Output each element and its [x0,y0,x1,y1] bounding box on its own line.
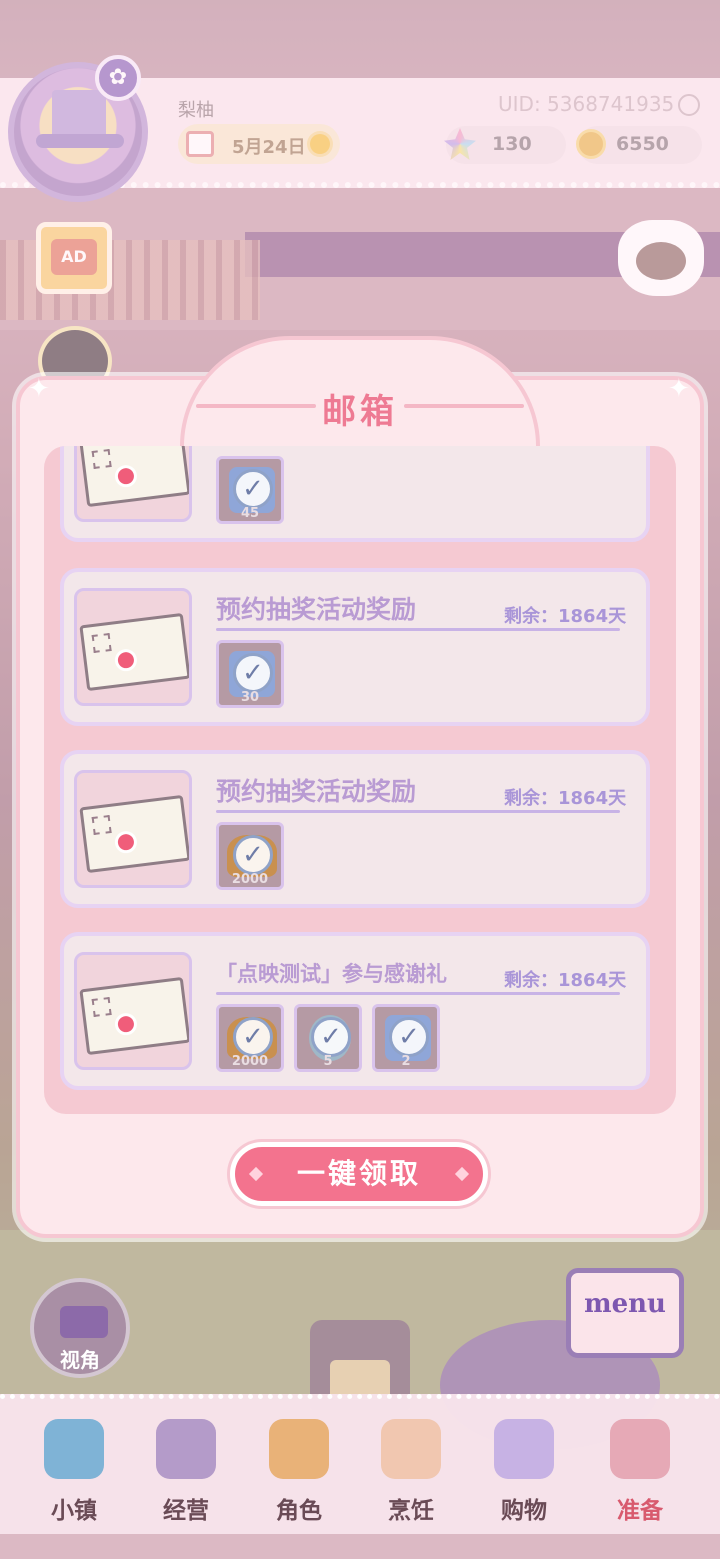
character-icon [269,1419,329,1479]
reward-egg[interactable]: ✓ 5 [294,1004,362,1072]
reward-qty: 2 [401,1054,411,1069]
shopping-bag-icon [494,1419,554,1479]
nav-shopping[interactable]: 购物 [474,1413,574,1531]
nav-town[interactable]: 小镇 [24,1413,124,1531]
mail-item[interactable]: ✓ 45 [60,446,650,542]
mail-item[interactable]: 「点映测试」参与感谢礼 剩余：1864天 ✓ 2000 ✓ 5 ✓ 2 [60,932,650,1090]
claimed-check-icon: ✓ [233,835,273,875]
sparkle-icon: ✦ [28,374,50,404]
nav-cooking[interactable]: 烹饪 [361,1413,461,1531]
reward-bread[interactable]: ✓ 2000 [216,1004,284,1072]
claim-all-button[interactable]: 一键领取 [230,1142,488,1206]
mail-remaining: 剩余：1864天 [504,788,627,809]
envelope-icon [79,794,189,874]
lock-icon [156,1419,216,1479]
envelope-frame [74,770,192,888]
menu-book-button[interactable]: menu [566,1268,684,1358]
cooking-icon [381,1419,441,1479]
mail-item[interactable]: 预约抽奖活动奖励 剩余：1864天 ✓ 2000 [60,750,650,908]
mail-divider [216,628,620,631]
nav-label: 角色 [276,1498,322,1524]
envelope-frame [74,588,192,706]
nav-label: 小镇 [51,1498,97,1524]
diamond-deco-icon [248,1166,264,1182]
sparkle-icon: ✦ [668,374,690,404]
mail-title: 预约抽奖活动奖励 [216,595,417,624]
camera-icon [60,1306,108,1338]
reward-qty: 2000 [231,872,269,887]
nav-label: 经营 [163,1498,209,1524]
envelope-icon [79,446,189,508]
mailbox-dialog: 邮箱 ✦ ✦ ✓ 45 预约抽奖活动奖励 剩余：1864天 ✓ 30 预约抽奖活… [16,336,704,1238]
reward-qty: 45 [240,506,260,521]
envelope-icon [79,612,189,692]
reward-qty: 2000 [231,1054,269,1069]
claimed-check-icon: ✓ [389,1017,429,1057]
reward-row: ✓ 2000 ✓ 5 ✓ 2 [216,1004,440,1072]
reward-gem[interactable]: ✓ 45 [216,456,284,524]
mail-remaining: 剩余：1864天 [504,970,627,991]
reward-gem[interactable]: ✓ 30 [216,640,284,708]
reward-row: ✓ 45 [216,456,284,524]
reward-qty: 5 [323,1054,333,1069]
nav-character[interactable]: 角色 [249,1413,349,1531]
envelope-frame [74,952,192,1070]
envelope-icon [79,976,189,1056]
nav-prepare[interactable]: 准备 [590,1413,690,1531]
map-icon [44,1419,104,1479]
reward-bread[interactable]: ✓ 2000 [216,822,284,890]
claimed-check-icon: ✓ [233,653,273,693]
mail-title: 「点映测试」参与感谢礼 [216,962,447,986]
reward-row: ✓ 30 [216,640,284,708]
claimed-check-icon: ✓ [233,469,273,509]
nav-label: 烹饪 [388,1498,434,1524]
system-nav-area [0,1534,720,1559]
mail-item[interactable]: 预约抽奖活动奖励 剩余：1864天 ✓ 30 [60,568,650,726]
nav-business[interactable]: 经营 [136,1413,236,1531]
bottom-nav-bar: 小镇 经营 角色 烹饪 购物 准备 [0,1394,720,1534]
nav-label: 准备 [617,1498,663,1524]
claimed-check-icon: ✓ [311,1017,351,1057]
reward-qty: 30 [240,690,260,705]
menu-label: menu [584,1289,666,1319]
camera-label: 视角 [60,1348,100,1372]
nav-label: 购物 [501,1498,547,1524]
mailbox-title: 邮箱 [322,392,398,432]
reward-row: ✓ 2000 [216,822,284,890]
mail-title: 预约抽奖活动奖励 [216,777,417,806]
claim-all-label: 一键领取 [296,1157,421,1190]
envelope-frame [74,446,192,522]
mail-divider [216,992,620,995]
mail-list[interactable]: ✓ 45 预约抽奖活动奖励 剩余：1864天 ✓ 30 预约抽奖活动奖励 剩余：… [44,446,676,1114]
picnic-basket-icon [610,1419,670,1479]
claimed-check-icon: ✓ [233,1017,273,1057]
mail-remaining: 剩余：1864天 [504,606,627,627]
reward-gem[interactable]: ✓ 2 [372,1004,440,1072]
diamond-deco-icon [454,1166,470,1182]
camera-view-button[interactable]: 视角 [30,1278,130,1378]
mail-divider [216,810,620,813]
